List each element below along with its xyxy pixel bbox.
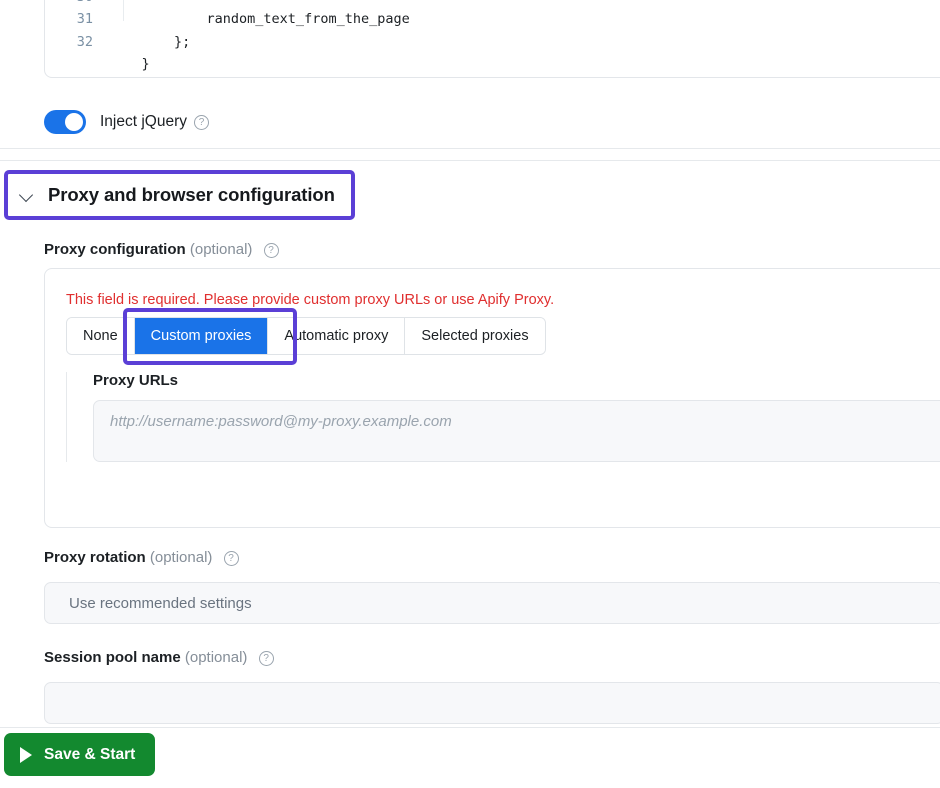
save-and-start-button[interactable]: Save & Start	[4, 733, 155, 776]
proxy-urls-input[interactable]: http://username:password@my-proxy.exampl…	[93, 400, 940, 462]
proxy-urls-label: Proxy URLs	[93, 372, 940, 389]
proxy-rotation-label: Proxy rotation (optional) ?	[44, 549, 239, 566]
proxy-configuration-label-text: Proxy configuration	[44, 241, 186, 258]
proxy-rotation-label-text: Proxy rotation	[44, 549, 146, 566]
section-header-proxy-and-browser-configuration[interactable]: Proxy and browser configuration	[8, 172, 349, 218]
tab-selected-proxies[interactable]: Selected proxies	[405, 318, 544, 354]
session-pool-name-label-text: Session pool name	[44, 649, 181, 666]
divider	[0, 148, 940, 149]
proxy-urls-group: Proxy URLs http://username:password@my-p…	[66, 372, 940, 462]
line-content: }	[109, 53, 150, 76]
help-circle-icon[interactable]: ?	[259, 651, 274, 666]
proxy-error-message: This field is required. Please provide c…	[66, 292, 554, 308]
section-title: Proxy and browser configuration	[48, 184, 335, 206]
code-line: 32 }	[45, 8, 940, 31]
tab-automatic-proxy[interactable]: Automatic proxy	[268, 318, 405, 354]
help-circle-icon[interactable]: ?	[264, 243, 279, 258]
divider	[0, 160, 940, 161]
line-content: };	[109, 31, 190, 54]
save-and-start-label: Save & Start	[44, 746, 135, 764]
toggle-knob	[65, 113, 83, 131]
tab-custom-proxies[interactable]: Custom proxies	[135, 318, 269, 354]
help-circle-icon[interactable]: ?	[194, 115, 209, 130]
proxy-mode-tab-group: None Custom proxies Automatic proxy Sele…	[66, 317, 546, 355]
inject-jquery-row: Inject jQuery ?	[0, 96, 940, 148]
optional-tag: (optional)	[190, 241, 253, 258]
chevron-down-icon	[18, 186, 36, 204]
proxy-configuration-label: Proxy configuration (optional) ?	[44, 241, 279, 258]
code-editor-card[interactable]: 30 random_text_from_the_page 31 }; 32 }	[44, 0, 940, 78]
actor-input-form-page: 30 random_text_from_the_page 31 }; 32 } …	[0, 0, 940, 788]
tab-none[interactable]: None	[67, 318, 135, 354]
inject-jquery-toggle[interactable]	[44, 110, 86, 134]
optional-tag: (optional)	[185, 649, 248, 666]
divider	[0, 727, 940, 728]
help-circle-icon[interactable]: ?	[224, 551, 239, 566]
code-editor-content[interactable]: 30 random_text_from_the_page 31 }; 32 }	[45, 0, 940, 31]
proxy-rotation-select[interactable]: Use recommended settings	[44, 582, 940, 624]
session-pool-name-input[interactable]	[44, 682, 940, 724]
inject-jquery-label: Inject jQuery	[100, 113, 187, 131]
line-number: 32	[45, 31, 93, 54]
play-triangle-icon	[20, 747, 32, 763]
session-pool-name-label: Session pool name (optional) ?	[44, 649, 274, 666]
code-line: 31 };	[45, 0, 940, 8]
optional-tag: (optional)	[150, 549, 213, 566]
